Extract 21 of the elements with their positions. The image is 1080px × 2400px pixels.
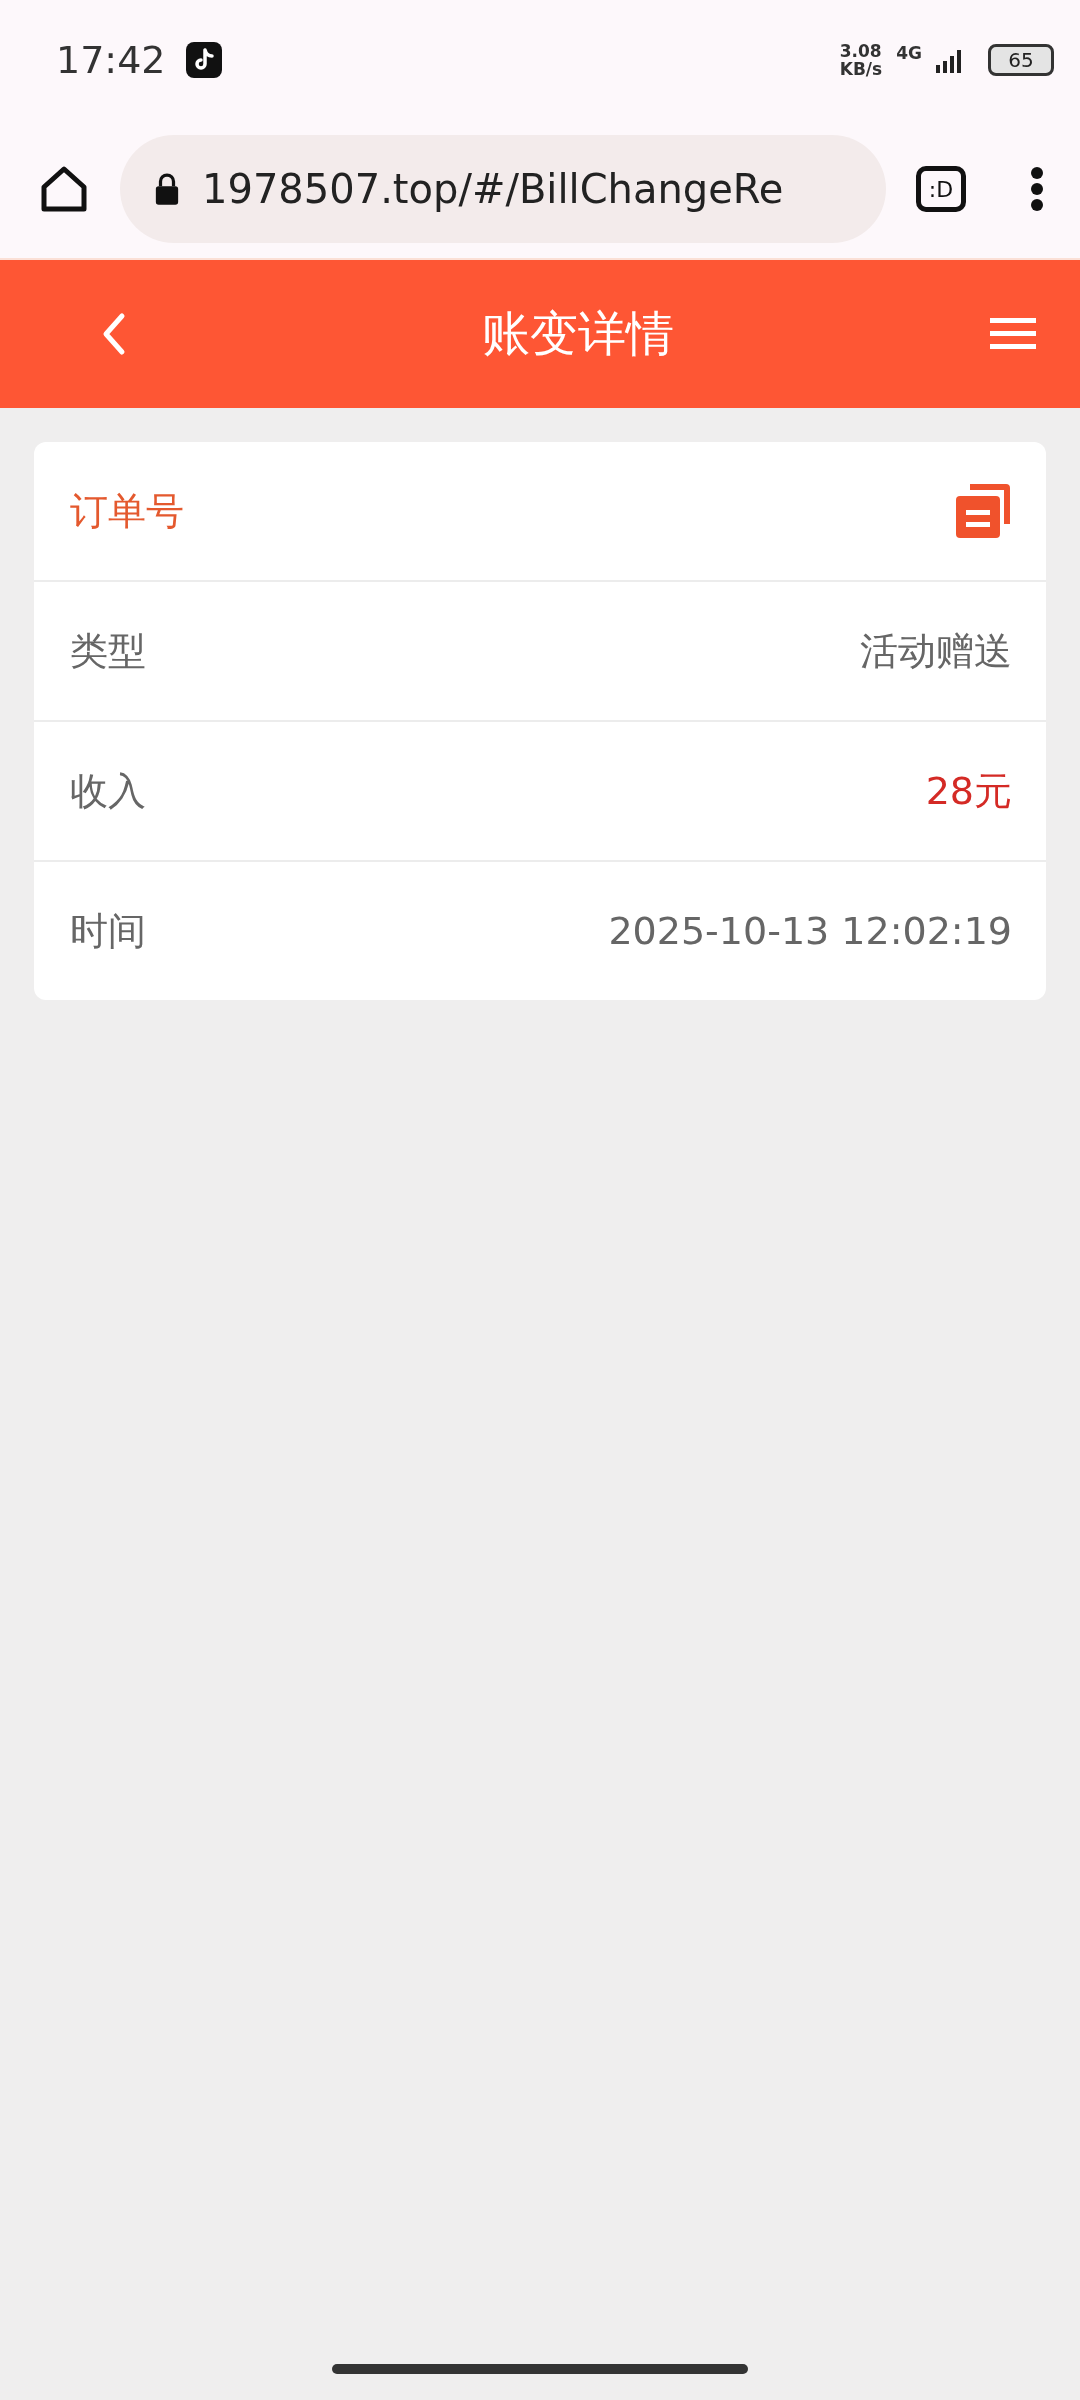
tabs-button[interactable]: :D xyxy=(916,166,966,212)
row-label: 收入 xyxy=(70,767,146,815)
row-value: 2025-10-13 12:02:19 xyxy=(608,909,1012,953)
row-label: 类型 xyxy=(70,627,146,675)
row-label: 时间 xyxy=(70,907,146,955)
page-title: 账变详情 xyxy=(482,304,674,363)
status-time: 17:42 xyxy=(56,38,166,82)
back-icon[interactable] xyxy=(102,312,126,356)
row-label: 订单号 xyxy=(70,487,184,535)
battery-icon: 65 xyxy=(988,44,1054,76)
network-speed: 3.08 xyxy=(839,42,883,60)
address-bar[interactable]: 1978507.top/#/BillChangeRe xyxy=(120,135,886,243)
network-speed-unit: KB/s xyxy=(839,60,883,78)
more-icon[interactable] xyxy=(1030,166,1044,212)
row-value: 活动赠送 xyxy=(860,627,1012,675)
app-notification-icon xyxy=(185,42,222,78)
row-value: 28元 xyxy=(925,767,1012,815)
network-type: 4G xyxy=(896,43,922,63)
lock-icon xyxy=(154,173,180,205)
copy-icon[interactable] xyxy=(954,482,1012,540)
menu-icon[interactable] xyxy=(990,318,1036,350)
